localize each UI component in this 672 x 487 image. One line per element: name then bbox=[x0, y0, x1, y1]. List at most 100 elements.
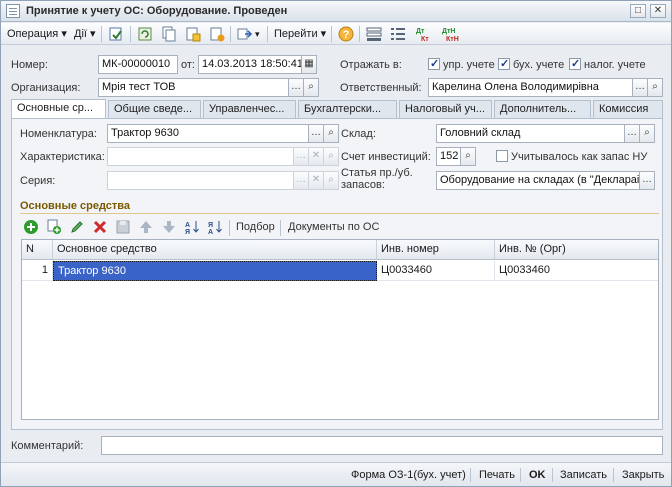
warehouse-select-button[interactable]: … bbox=[624, 124, 640, 143]
close-window-button[interactable]: ✕ bbox=[650, 4, 666, 18]
svg-text:Дт: Дт bbox=[416, 28, 425, 35]
operation-menu[interactable]: Операция ▾ bbox=[7, 26, 67, 42]
fixed-assets-table: N Основное средство Инв. номер Инв. № (О… bbox=[21, 239, 659, 420]
nomenclature-label: Номенклатура: bbox=[20, 128, 97, 140]
tab-additional[interactable]: Дополнитель... bbox=[494, 100, 591, 119]
characteristic-field[interactable] bbox=[107, 147, 294, 166]
responsible-open-button[interactable]: ⌕ bbox=[647, 78, 663, 97]
edit-row-icon[interactable] bbox=[69, 219, 85, 235]
warehouse-open-button[interactable]: ⌕ bbox=[639, 124, 655, 143]
reflect-mgmt-checkbox[interactable] bbox=[428, 57, 440, 70]
ok-button[interactable]: OK bbox=[529, 469, 546, 481]
table-cell-inv-number-org[interactable]: Ц0033460 bbox=[495, 261, 658, 281]
reflect-acc-checkbox[interactable] bbox=[498, 57, 510, 70]
characteristic-select-button[interactable]: … bbox=[293, 147, 309, 166]
save-button[interactable]: Записать bbox=[560, 469, 607, 481]
series-field[interactable] bbox=[107, 171, 294, 190]
tab-general[interactable]: Общие сведе... bbox=[108, 100, 201, 119]
refresh-icon[interactable] bbox=[137, 26, 153, 42]
nomenclature-field[interactable]: Трактор 9630 bbox=[107, 124, 309, 143]
tab-tax[interactable]: Налоговый уч... bbox=[399, 100, 492, 119]
tab-commission[interactable]: Комиссия bbox=[593, 100, 663, 119]
column-header-asset[interactable]: Основное средство bbox=[53, 240, 377, 260]
list-settings-icon[interactable] bbox=[390, 26, 406, 42]
column-header-inv-number-org[interactable]: Инв. № (Орг) bbox=[495, 240, 658, 260]
close-button[interactable]: Закрыть bbox=[622, 469, 664, 481]
svg-text:А: А bbox=[208, 229, 213, 235]
footer-separator bbox=[520, 468, 521, 482]
reflect-tax-checkbox[interactable] bbox=[569, 57, 581, 70]
goto-menu[interactable]: Перейти ▾ bbox=[274, 26, 326, 42]
form-print-button[interactable]: Форма ОЗ-1(бух. учет) bbox=[351, 469, 466, 481]
invest-account-open-button[interactable]: ⌕ bbox=[460, 147, 476, 166]
comment-field[interactable] bbox=[101, 436, 663, 455]
table-cell-inv-number[interactable]: Ц0033460 bbox=[377, 261, 495, 281]
based-on-icon[interactable] bbox=[237, 26, 253, 42]
svg-text:КтН: КтН bbox=[446, 36, 459, 42]
column-header-inv-number[interactable]: Инв. номер bbox=[377, 240, 495, 260]
invest-account-field[interactable]: 152 bbox=[436, 147, 461, 166]
calendar-button[interactable]: ▦ bbox=[301, 55, 317, 74]
stock-tax-label: Учитывалось как запас НУ bbox=[511, 151, 648, 163]
pick-button[interactable]: Подбор bbox=[236, 221, 275, 233]
move-down-icon[interactable] bbox=[161, 219, 177, 235]
comment-label: Комментарий: bbox=[11, 440, 84, 452]
post-document-icon[interactable] bbox=[185, 26, 201, 42]
nomenclature-select-button[interactable]: … bbox=[308, 124, 324, 143]
responsible-label: Ответственный: bbox=[340, 82, 422, 94]
footer-separator bbox=[552, 468, 553, 482]
sort-descending-icon[interactable]: ЯА bbox=[207, 219, 223, 235]
add-row-icon[interactable] bbox=[23, 219, 39, 235]
document-window: Принятие к учету ОС: Оборудование. Прове… bbox=[0, 0, 672, 487]
tab-fixed-assets[interactable]: Основные ср... bbox=[11, 99, 106, 119]
characteristic-open-button[interactable]: ⌕ bbox=[323, 147, 339, 166]
reflect-acc-label: бух. учете bbox=[513, 59, 565, 71]
series-open-button[interactable]: ⌕ bbox=[323, 171, 339, 190]
tab-strip: Основные ср... Общие сведе... Управленче… bbox=[11, 99, 663, 119]
characteristic-label: Характеристика: bbox=[20, 151, 105, 163]
delete-row-icon[interactable] bbox=[92, 219, 108, 235]
unpost-document-icon[interactable] bbox=[209, 26, 225, 42]
organization-select-button[interactable]: … bbox=[288, 78, 304, 97]
end-edit-icon[interactable] bbox=[115, 219, 131, 235]
characteristic-clear-button[interactable]: ✕ bbox=[308, 147, 324, 166]
copy-document-icon[interactable] bbox=[161, 26, 177, 42]
organization-open-button[interactable]: ⌕ bbox=[303, 78, 319, 97]
title-bar: Принятие к учету ОС: Оборудование. Прове… bbox=[1, 1, 671, 22]
goto-menu-label: Перейти bbox=[274, 28, 318, 40]
date-field[interactable]: 14.03.2013 18:50:41 bbox=[198, 55, 302, 74]
toolbar-separator bbox=[130, 26, 131, 42]
table-cell-n[interactable]: 1 bbox=[22, 261, 53, 281]
sort-ascending-icon[interactable]: АЯ bbox=[184, 219, 200, 235]
warehouse-field[interactable]: Головний склад bbox=[436, 124, 625, 143]
column-header-n[interactable]: N bbox=[22, 240, 53, 260]
number-field[interactable]: МК-00000010 bbox=[98, 55, 178, 74]
fixed-asset-docs-button[interactable]: Документы по ОС bbox=[288, 221, 379, 233]
copy-row-icon[interactable] bbox=[46, 219, 62, 235]
tab-accounting[interactable]: Бухгалтерски... bbox=[298, 100, 397, 119]
based-on-dropdown[interactable]: ▾ bbox=[255, 26, 260, 42]
responsible-field[interactable]: Карелина Олена Володимирівна bbox=[428, 78, 633, 97]
print-button[interactable]: Печать bbox=[479, 469, 515, 481]
actions-menu[interactable]: Дії ▾ bbox=[74, 26, 96, 42]
structure-icon[interactable] bbox=[366, 26, 382, 42]
article-select-button[interactable]: … bbox=[639, 171, 655, 190]
nomenclature-open-button[interactable]: ⌕ bbox=[323, 124, 339, 143]
series-select-button[interactable]: … bbox=[293, 171, 309, 190]
maximize-button[interactable]: □ bbox=[630, 4, 646, 18]
series-clear-button[interactable]: ✕ bbox=[308, 171, 324, 190]
date-label: от: bbox=[181, 59, 195, 71]
table-cell-asset[interactable]: Трактор 9630 bbox=[53, 261, 377, 281]
article-field[interactable]: Оборудование на складах (в "Деклараі bbox=[436, 171, 640, 190]
svg-text:Я: Я bbox=[185, 229, 190, 235]
responsible-select-button[interactable]: … bbox=[632, 78, 648, 97]
post-and-close-icon[interactable] bbox=[108, 26, 124, 42]
dt-kt-icon[interactable]: ДтКт bbox=[415, 26, 435, 42]
svg-text:ДтН: ДтН bbox=[442, 28, 455, 35]
organization-field[interactable]: Мрія тест ТОВ bbox=[98, 78, 289, 97]
help-icon[interactable]: ? bbox=[338, 26, 354, 42]
tab-management[interactable]: Управленчес... bbox=[203, 100, 296, 119]
move-up-icon[interactable] bbox=[138, 219, 154, 235]
stock-tax-checkbox[interactable] bbox=[496, 150, 508, 162]
dt-kt-tax-icon[interactable]: ДтНКтН bbox=[441, 26, 461, 42]
